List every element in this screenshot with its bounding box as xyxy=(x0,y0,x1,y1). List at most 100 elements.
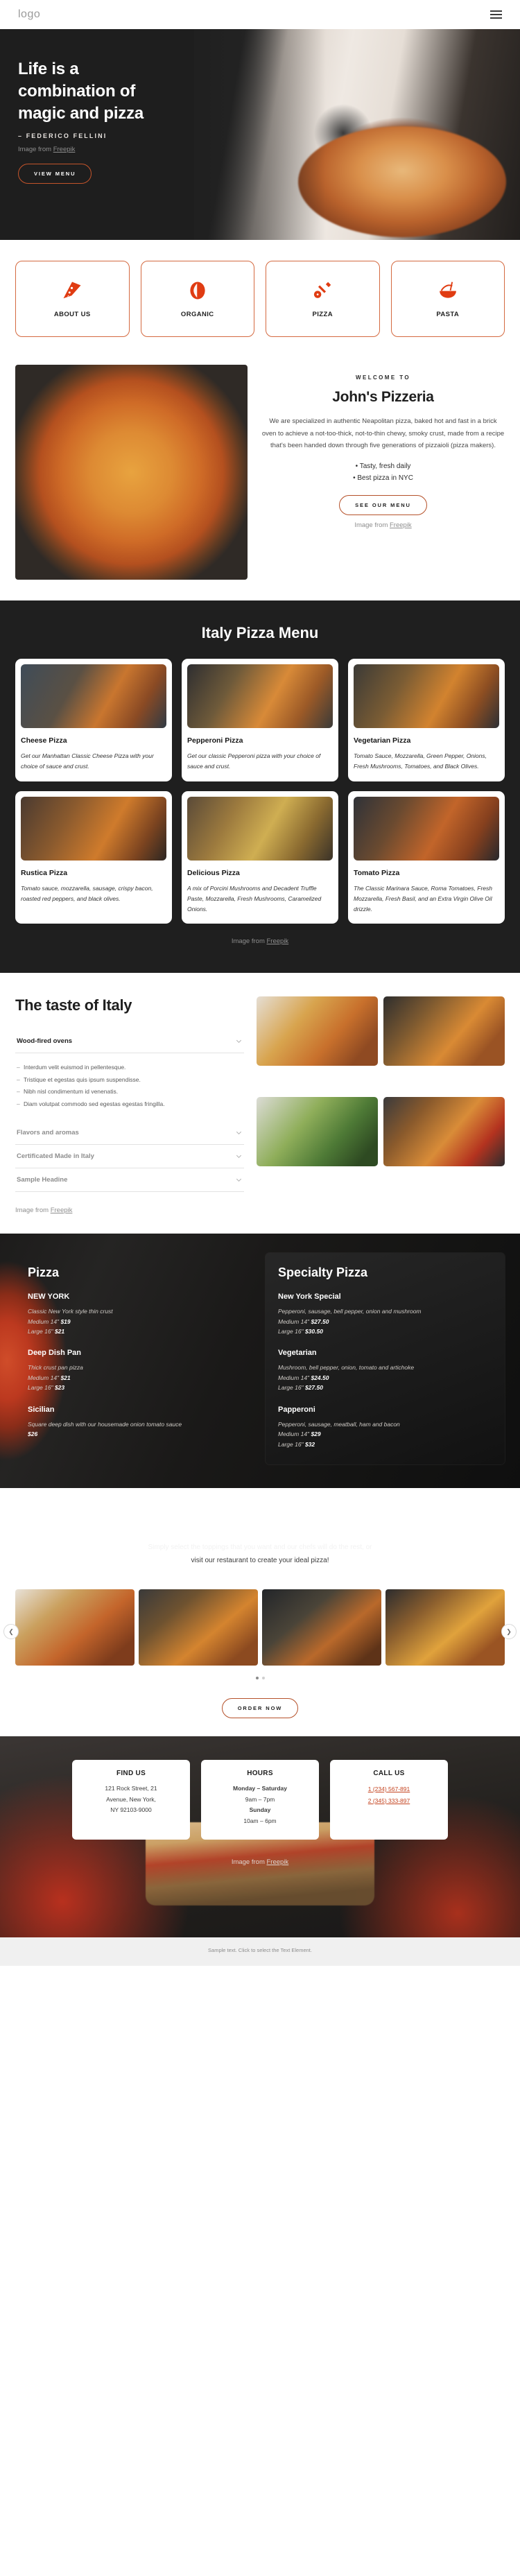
hamburger-menu-icon[interactable] xyxy=(490,10,502,19)
freepik-link[interactable]: Freepik xyxy=(267,937,289,945)
welcome-title: John's Pizzeria xyxy=(332,389,434,405)
gallery-image[interactable] xyxy=(385,1589,505,1666)
list-item: Best pizza in NYC xyxy=(261,472,505,485)
taste-image xyxy=(257,1097,378,1167)
freepik-link[interactable]: Freepik xyxy=(390,521,412,529)
carousel-prev-button[interactable]: ❮ xyxy=(3,1624,19,1639)
order-now-button[interactable]: ORDER NOW xyxy=(221,1698,299,1718)
gallery-image[interactable] xyxy=(139,1589,258,1666)
price-row: Medium 14" $24.50 xyxy=(278,1374,329,1381)
pasta-bowl-icon xyxy=(439,282,456,298)
chevron-down-icon xyxy=(236,1040,242,1044)
taste-of-italy-section: The taste of Italy Wood-fired ovens Inte… xyxy=(0,973,520,1202)
menu-card-image xyxy=(354,796,499,861)
carousel-dots xyxy=(15,1666,505,1679)
leaf-icon xyxy=(190,282,205,299)
price-item-description: Square deep dish with our housemade onio… xyxy=(28,1420,182,1428)
price-item-description: Pepperoni, sausage, bell pepper, onion a… xyxy=(278,1308,422,1315)
price-row: Large 16" $23 xyxy=(28,1384,65,1392)
phone-link[interactable]: 1 (234) 567-891 xyxy=(340,1783,438,1795)
pricing-board-section: Pizza NEW YORK Classic New York style th… xyxy=(0,1234,520,1488)
menu-card-title: Pepperoni Pizza xyxy=(187,736,243,745)
freepik-link[interactable]: Freepik xyxy=(53,146,76,153)
accordion-item-certificated-made-in-italy[interactable]: Certificated Made in Italy xyxy=(15,1145,244,1168)
feature-label: PASTA xyxy=(436,310,460,318)
price-row: Medium 14" $29 xyxy=(278,1430,321,1438)
footer-phones: 1 (234) 567-891 2 (345) 333-897 xyxy=(340,1783,438,1806)
feature-card-about-us[interactable]: ABOUT US xyxy=(15,261,130,337)
price-row: Medium 14" $21 xyxy=(28,1374,71,1381)
menu-card[interactable]: Vegetarian Pizza Tomato Sauce, Mozzarell… xyxy=(348,659,505,781)
carousel-dot[interactable] xyxy=(261,1677,265,1679)
cta-heading: Make your own pizza xyxy=(194,1520,326,1535)
gallery-carousel: ❮ ❯ xyxy=(0,1584,520,1679)
price-item-description: Mushroom, bell pepper, onion, tomato and… xyxy=(278,1364,415,1372)
welcome-bullet-list: Tasty, fresh daily Best pizza in NYC xyxy=(261,460,505,485)
menu-card-description: Tomato sauce, mozzarella, sausage, crisp… xyxy=(21,884,153,902)
menu-section-title: Italy Pizza Menu xyxy=(201,624,319,641)
chevron-down-icon xyxy=(236,1131,242,1135)
list-item: Tristique et egestas quis ipsum suspendi… xyxy=(17,1074,243,1087)
menu-card-description: A mix of Porcini Mushrooms and Decadent … xyxy=(187,884,322,913)
accordion-title: Flavors and aromas xyxy=(17,1129,79,1137)
accordion: Wood-fired ovens Interdum velit euismod … xyxy=(15,1030,244,1193)
pricing-column-title: Specialty Pizza xyxy=(278,1265,368,1280)
hero-attribution: – FEDERICO FELLINI xyxy=(18,132,107,139)
menu-card-image xyxy=(187,796,333,861)
carousel-next-button[interactable]: ❯ xyxy=(501,1624,517,1639)
freepik-link[interactable]: Freepik xyxy=(51,1207,73,1214)
menu-card[interactable]: Delicious Pizza A mix of Porcini Mushroo… xyxy=(182,790,338,924)
menu-card[interactable]: Tomato Pizza The Classic Marinara Sauce,… xyxy=(348,790,505,924)
feature-card-pizza[interactable]: PIZZA xyxy=(266,261,380,337)
welcome-section: WELCOME TO John's Pizzeria We are specia… xyxy=(0,361,520,600)
menu-card[interactable]: Rustica Pizza Tomato sauce, mozzarella, … xyxy=(15,790,172,924)
pricing-column-pizza: Pizza NEW YORK Classic New York style th… xyxy=(15,1253,254,1464)
see-our-menu-button[interactable]: SEE OUR MENU xyxy=(339,494,427,515)
menu-card-title: Rustica Pizza xyxy=(21,868,68,877)
taste-image xyxy=(257,996,378,1066)
carousel-dot[interactable] xyxy=(255,1677,259,1679)
menu-card[interactable]: Pepperoni Pizza Get our classic Pepperon… xyxy=(182,659,338,781)
phone-link[interactable]: 2 (345) 333-897 xyxy=(340,1795,438,1807)
site-logo[interactable]: logo xyxy=(18,8,40,21)
pizza-menu-section: Italy Pizza Menu Cheese Pizza Get our Ma… xyxy=(0,600,520,974)
feature-card-pasta[interactable]: PASTA xyxy=(390,261,505,337)
price-item-description: Thick crust pan pizza xyxy=(28,1364,83,1372)
view-menu-button[interactable]: VIEW MENU xyxy=(18,163,92,184)
gallery-image[interactable] xyxy=(15,1589,135,1666)
menu-card[interactable]: Cheese Pizza Get our Manhattan Classic C… xyxy=(15,659,172,781)
price-item: Deep Dish Pan Thick crust pan pizza Medi… xyxy=(28,1349,242,1392)
feature-label: PIZZA xyxy=(312,310,333,318)
feature-card-organic[interactable]: ORGANIC xyxy=(140,261,254,337)
hero-title-line-1: Life is a xyxy=(18,60,79,78)
menu-card-description: Get our Manhattan Classic Cheese Pizza w… xyxy=(21,752,154,770)
bottom-sample-text[interactable]: Sample text. Click to select the Text El… xyxy=(0,1947,520,1953)
price-row: Large 16" $32 xyxy=(278,1440,315,1448)
accordion-item-wood-fired-ovens[interactable]: Wood-fired ovens xyxy=(15,1030,244,1053)
price-item: New York Special Pepperoni, sausage, bel… xyxy=(278,1293,492,1336)
bottom-bar: Sample text. Click to select the Text El… xyxy=(0,1937,520,1966)
pizza-cutter-icon xyxy=(314,282,331,298)
footer-card-title: CALL US xyxy=(373,1770,405,1777)
menu-card-description: The Classic Marinara Sauce, Roma Tomatoe… xyxy=(354,884,492,913)
landing-page: logo Life is a combination of magic and … xyxy=(0,0,520,1966)
gallery-image[interactable] xyxy=(262,1589,381,1666)
price-row: Medium 14" $27.50 xyxy=(278,1317,329,1325)
accordion-item-sample-headine[interactable]: Sample Headine xyxy=(15,1168,244,1191)
taste-image xyxy=(383,1097,505,1167)
feature-cards: ABOUT US ORGANIC PIZZA PASTA xyxy=(0,240,520,361)
price-item-description: Classic New York style thin crust xyxy=(28,1308,113,1315)
hero-image-credit: Image from Freepik xyxy=(18,145,76,153)
welcome-image-credit: Image from Freepik xyxy=(354,521,412,529)
menu-card-title: Vegetarian Pizza xyxy=(354,736,411,745)
menu-card-title: Cheese Pizza xyxy=(21,736,67,745)
accordion-item-flavors-and-aromas[interactable]: Flavors and aromas xyxy=(15,1121,244,1144)
feature-label: ABOUT US xyxy=(53,310,91,318)
price-row: Large 16" $27.50 xyxy=(278,1384,323,1392)
menu-card-description: Get our classic Pepperoni pizza with you… xyxy=(187,752,321,770)
accordion-title: Sample Headine xyxy=(17,1176,68,1184)
hero-title-line-2: combination of xyxy=(18,81,136,101)
chevron-down-icon xyxy=(236,1178,242,1182)
freepik-link[interactable]: Freepik xyxy=(267,1858,289,1866)
make-your-own-pizza-section: Make your own pizza Simply select the to… xyxy=(0,1488,520,1584)
